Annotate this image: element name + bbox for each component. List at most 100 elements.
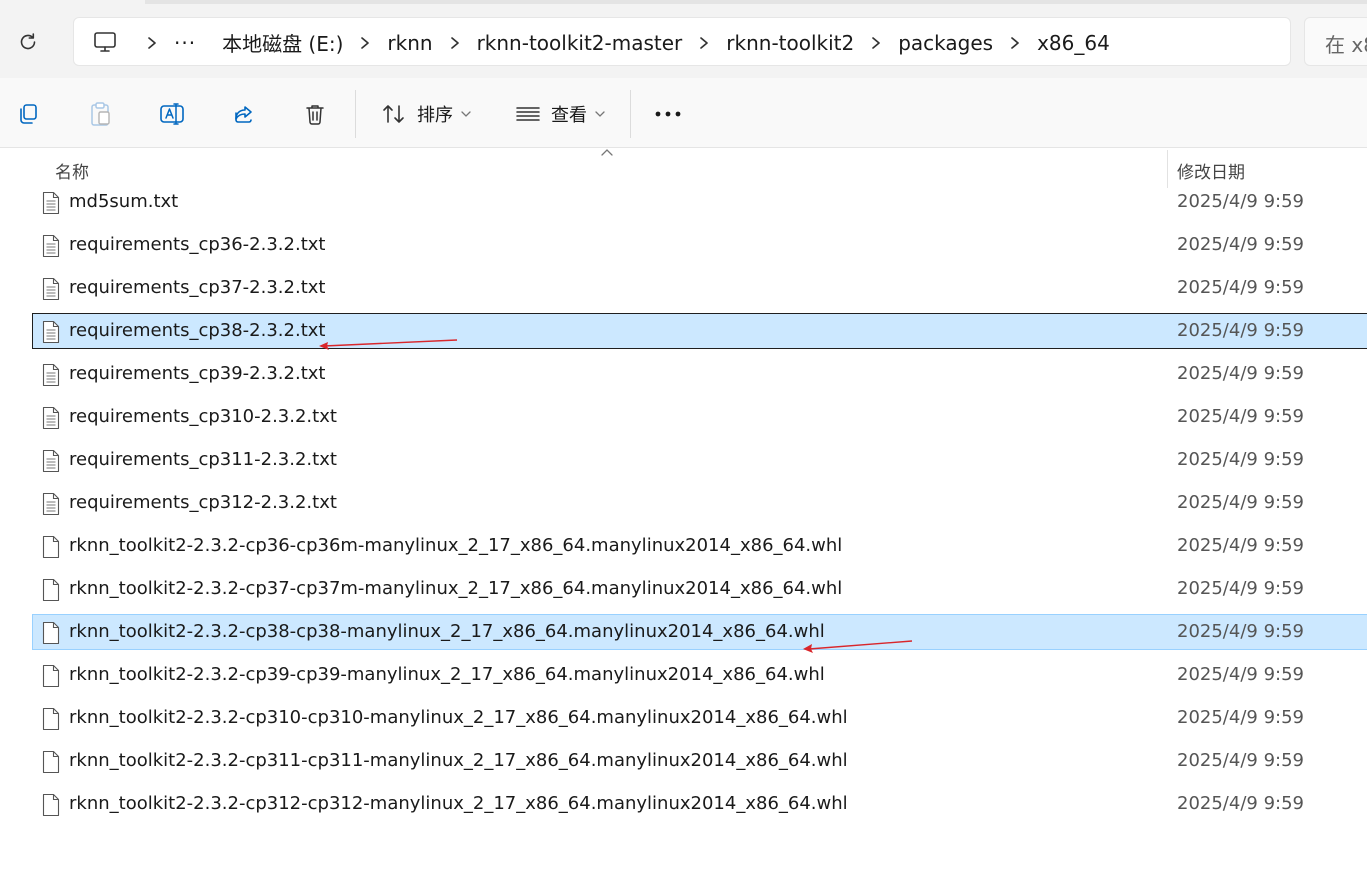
file-date-modified: 2025/4/9 9:59 [1177,707,1304,728]
toolbar-divider [355,90,356,138]
rename-icon [160,103,184,125]
file-name: requirements_cp37-2.3.2.txt [69,277,326,298]
column-divider[interactable] [1167,150,1168,188]
file-date-modified: 2025/4/9 9:59 [1177,191,1304,212]
file-name: rknn_toolkit2-2.3.2-cp36-cp36m-manylinux… [69,535,843,556]
file-name: rknn_toolkit2-2.3.2-cp38-cp38-manylinux_… [69,621,825,642]
file-name: md5sum.txt [69,191,179,212]
chevron-down-icon [595,111,605,117]
column-header-name[interactable]: 名称 [55,158,89,183]
breadcrumb-separator[interactable] [686,18,722,67]
share-button[interactable] [228,94,260,134]
breadcrumb-rknn[interactable]: rknn [383,31,436,55]
breadcrumb-separator[interactable] [858,18,894,67]
breadcrumb-more[interactable]: ··· [170,31,200,55]
file-name: requirements_cp38-2.3.2.txt [69,320,326,341]
file-row[interactable]: requirements_cp39-2.3.2.txt 2025/4/9 9:59 [32,356,1367,392]
text-document-icon [42,406,60,430]
text-document-icon [42,320,60,344]
breadcrumb-x86-64[interactable]: x86_64 [1033,31,1114,55]
file-icon [42,707,60,731]
file-name: requirements_cp311-2.3.2.txt [69,449,337,470]
sort-button[interactable]: 排序 [378,94,474,134]
view-label: 查看 [551,105,587,126]
copy-icon [20,104,37,124]
file-row[interactable]: rknn_toolkit2-2.3.2-cp36-cp36m-manylinux… [32,528,1367,564]
toolbar-divider [630,90,631,138]
breadcrumb-packages[interactable]: packages [894,31,997,55]
file-list: 名称 修改日期 md5sum.txt 2025/4/9 9:59 requireme… [0,148,1367,890]
file-date-modified: 2025/4/9 9:59 [1177,535,1304,556]
this-pc-icon [94,32,116,52]
chevron-down-icon [461,111,471,117]
breadcrumb-separator[interactable] [347,18,383,67]
file-name: requirements_cp36-2.3.2.txt [69,234,326,255]
breadcrumb-separator[interactable] [437,18,473,67]
chevron-right-icon [700,36,709,49]
file-name: requirements_cp310-2.3.2.txt [69,406,337,427]
text-document-icon [42,449,60,473]
sort-icon [383,105,404,123]
file-date-modified: 2025/4/9 9:59 [1177,793,1304,814]
file-name: rknn_toolkit2-2.3.2-cp310-cp310-manylinu… [69,707,848,728]
text-document-icon [42,277,60,301]
column-header-date-modified[interactable]: 修改日期 [1177,158,1245,183]
refresh-button[interactable] [10,24,46,60]
file-row[interactable]: rknn_toolkit2-2.3.2-cp37-cp37m-manylinux… [32,571,1367,607]
file-date-modified: 2025/4/9 9:59 [1177,406,1304,427]
see-more-button[interactable] [650,94,686,134]
file-row[interactable]: rknn_toolkit2-2.3.2-cp312-cp312-manylinu… [32,786,1367,822]
paste-button[interactable] [84,94,116,134]
breadcrumb-drive[interactable]: 本地磁盘 (E:) [218,28,347,57]
search-input[interactable]: 在 x8 [1304,17,1367,66]
file-row[interactable]: requirements_cp310-2.3.2.txt 2025/4/9 9:5… [32,399,1367,435]
file-date-modified: 2025/4/9 9:59 [1177,750,1304,771]
file-row[interactable]: requirements_cp38-2.3.2.txt 2025/4/9 9:59 [32,313,1367,349]
sort-ascending-icon [601,149,613,156]
delete-button[interactable] [299,94,331,134]
address-row: ··· 本地磁盘 (E:) rknn rknn-toolkit2-master … [0,0,1367,78]
file-row[interactable]: rknn_toolkit2-2.3.2-cp38-cp38-manylinux_… [32,614,1367,650]
view-list-icon [516,107,540,121]
file-row[interactable]: rknn_toolkit2-2.3.2-cp311-cp311-manylinu… [32,743,1367,779]
file-row[interactable]: requirements_cp311-2.3.2.txt 2025/4/9 9:5… [32,442,1367,478]
file-icon [42,664,60,688]
file-name: rknn_toolkit2-2.3.2-cp39-cp39-manylinux_… [69,664,825,685]
file-icon [42,793,60,817]
file-name: requirements_cp39-2.3.2.txt [69,363,326,384]
file-row[interactable]: rknn_toolkit2-2.3.2-cp310-cp310-manylinu… [32,700,1367,736]
breadcrumb-separator[interactable] [997,18,1033,67]
breadcrumb-separator[interactable] [134,18,170,67]
breadcrumb-rknn-toolkit2-master[interactable]: rknn-toolkit2-master [473,31,687,55]
chevron-right-icon [872,36,881,49]
file-row[interactable]: requirements_cp36-2.3.2.txt 2025/4/9 9:59 [32,227,1367,263]
file-date-modified: 2025/4/9 9:59 [1177,234,1304,255]
file-date-modified: 2025/4/9 9:59 [1177,363,1304,384]
chevron-right-icon [1011,36,1019,49]
rename-button[interactable] [156,94,188,134]
tab-strip-edge [145,0,1367,4]
text-document-icon [42,234,60,258]
copy-button[interactable] [12,94,44,134]
file-row[interactable]: rknn_toolkit2-2.3.2-cp39-cp39-manylinux_… [32,657,1367,693]
view-button[interactable]: 查看 [512,94,608,134]
file-name: rknn_toolkit2-2.3.2-cp37-cp37m-manylinux… [69,578,843,599]
trash-icon [306,105,324,125]
share-icon [235,106,252,123]
file-row[interactable]: requirements_cp37-2.3.2.txt 2025/4/9 9:59 [32,270,1367,306]
file-name: rknn_toolkit2-2.3.2-cp311-cp311-manylinu… [69,750,848,771]
file-icon [42,535,60,559]
file-date-modified: 2025/4/9 9:59 [1177,621,1304,642]
paste-icon [91,102,110,126]
command-bar: 排序 查看 [0,78,1367,148]
file-date-modified: 2025/4/9 9:59 [1177,449,1304,470]
file-row[interactable]: requirements_cp312-2.3.2.txt 2025/4/9 9:5… [32,485,1367,521]
chevron-right-icon [361,36,370,49]
sort-label: 排序 [417,105,453,126]
chevron-right-icon [148,36,156,49]
text-document-icon [42,492,60,516]
file-row[interactable]: md5sum.txt 2025/4/9 9:59 [32,184,1367,220]
breadcrumb-rknn-toolkit2[interactable]: rknn-toolkit2 [722,31,858,55]
file-date-modified: 2025/4/9 9:59 [1177,492,1304,513]
address-bar[interactable]: ··· 本地磁盘 (E:) rknn rknn-toolkit2-master … [73,17,1291,66]
